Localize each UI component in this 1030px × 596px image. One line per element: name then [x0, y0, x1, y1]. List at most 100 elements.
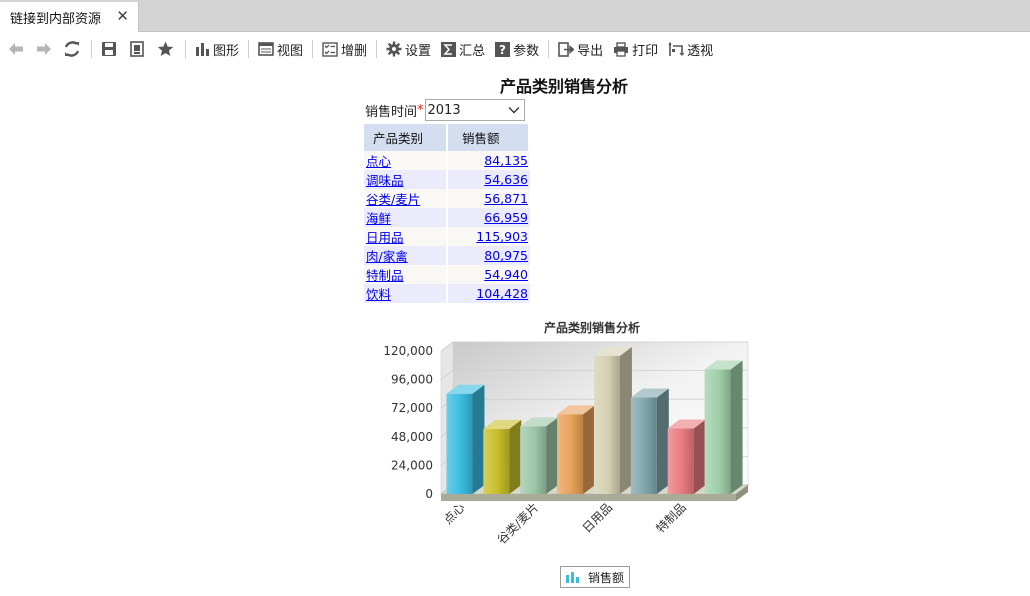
table-row: 日用品 115,903 — [364, 227, 530, 246]
checklist-icon — [322, 41, 338, 57]
sales-bar-chart: 产品类别销售分析 0 24,000 48,000 72,000 96,000 120,000… — [383, 320, 749, 547]
chart-bar[interactable] — [593, 346, 632, 494]
amount-link[interactable]: 80,975 — [484, 248, 528, 263]
crud-button-label: 增删 — [341, 43, 368, 59]
params-button-label: 参数 — [513, 43, 540, 59]
arrow-left-icon — [9, 43, 23, 55]
amount-link[interactable]: 84,135 — [484, 153, 528, 168]
star-icon — [157, 41, 174, 56]
export-icon — [558, 41, 575, 57]
forward-button[interactable] — [36, 37, 52, 61]
save-as-icon — [130, 41, 144, 57]
y-tick-label: 24,000 — [391, 458, 433, 472]
amount-link[interactable]: 54,636 — [484, 172, 528, 187]
toolbar-separator — [548, 40, 550, 58]
category-link[interactable]: 肉/家禽 — [366, 249, 408, 264]
save-button[interactable] — [101, 37, 117, 61]
favorite-button[interactable] — [157, 37, 174, 61]
gear-icon — [386, 41, 402, 57]
save-icon — [102, 42, 116, 56]
y-tick-label: 96,000 — [391, 373, 433, 387]
chart-bar[interactable] — [446, 384, 485, 494]
category-link[interactable]: 饮料 — [366, 287, 391, 302]
tab-internal-resource-link[interactable]: 链接到内部资源 ✕ — [0, 2, 139, 32]
arrow-right-icon — [37, 43, 51, 55]
bar-chart-icon — [196, 43, 209, 56]
amount-link[interactable]: 66,959 — [484, 210, 528, 225]
column-header-category: 产品类别 — [364, 124, 448, 151]
required-mark: * — [417, 102, 424, 118]
refresh-icon — [64, 41, 80, 57]
export-button[interactable]: 导出 — [558, 37, 603, 61]
settings-button[interactable]: 设置 — [386, 37, 431, 61]
chart-area: 产品类别销售分析 0 24,000 48,000 72,000 96,000 120,000… — [360, 315, 780, 595]
x-tick-label: 日用品 — [580, 500, 615, 535]
year-select[interactable]: 2013 — [424, 99, 525, 121]
table-row: 肉/家禽 80,975 — [364, 246, 530, 265]
x-tick-label: 特制品 — [653, 500, 689, 536]
tab-title: 链接到内部资源 — [10, 11, 102, 27]
sigma-icon — [441, 41, 457, 57]
print-button[interactable]: 打印 — [613, 37, 658, 61]
amount-link[interactable]: 104,428 — [476, 286, 528, 301]
chart-bar[interactable] — [667, 419, 706, 494]
pivot-button[interactable]: 透视 — [668, 37, 713, 61]
chart-bar[interactable] — [483, 419, 522, 494]
view-button[interactable]: 视图 — [258, 37, 303, 61]
amount-link[interactable]: 54,940 — [484, 267, 528, 282]
pivot-button-label: 透视 — [687, 43, 714, 59]
chart-bar[interactable] — [520, 417, 559, 494]
table-row: 特制品 54,940 — [364, 265, 530, 284]
tab-bar: 链接到内部资源 ✕ — [0, 0, 1030, 32]
params-button[interactable]: ? 参数 — [495, 37, 539, 61]
pivot-icon — [668, 41, 685, 56]
summary-button-label: 汇总 — [459, 43, 486, 59]
x-tick-label: 谷类/麦片 — [495, 500, 542, 547]
table-row: 调味品 54,636 — [364, 170, 530, 189]
y-tick-label: 48,000 — [391, 430, 433, 444]
toolbar-separator — [312, 40, 314, 58]
close-icon[interactable]: ✕ — [116, 8, 129, 24]
crud-button[interactable]: 增删 — [322, 37, 367, 61]
toolbar: 图形 视图 增删 设置 汇总 ? 参数 导出 打印 透视 — [0, 32, 1030, 66]
chart-bar[interactable] — [557, 405, 596, 494]
year-select-value: 2013 — [427, 102, 461, 118]
question-icon: ? — [495, 41, 511, 57]
table-row: 点心 84,135 — [364, 151, 530, 170]
category-link[interactable]: 特制品 — [366, 268, 404, 283]
summary-button[interactable]: 汇总 — [441, 37, 485, 61]
toolbar-separator — [376, 40, 378, 58]
amount-link[interactable]: 115,903 — [476, 229, 528, 244]
x-tick-label: 点心 — [441, 500, 468, 527]
legend-series-label: 销售额 — [588, 570, 625, 585]
chart-bar[interactable] — [704, 360, 743, 494]
svg-text:?: ? — [499, 43, 506, 57]
toolbar-separator — [185, 40, 186, 58]
table-row: 谷类/麦片 56,871 — [364, 189, 530, 208]
chart-button[interactable]: 图形 — [195, 37, 239, 61]
amount-link[interactable]: 56,871 — [484, 191, 528, 206]
view-button-label: 视图 — [277, 43, 304, 59]
y-tick-label: 72,000 — [391, 401, 433, 415]
category-link[interactable]: 日用品 — [366, 230, 404, 245]
chart-bar[interactable] — [630, 388, 669, 494]
column-header-amount: 销售额 — [448, 124, 530, 151]
category-link[interactable]: 点心 — [366, 154, 391, 169]
y-tick-label: 0 — [425, 487, 433, 501]
refresh-button[interactable] — [64, 37, 80, 61]
settings-button-label: 设置 — [405, 43, 432, 59]
table-row: 饮料 104,428 — [364, 284, 530, 303]
table-row: 海鲜 66,959 — [364, 208, 530, 227]
legend-bar-chart-icon — [566, 572, 579, 583]
category-link[interactable]: 谷类/麦片 — [366, 192, 420, 207]
sales-time-filter: 销售时间 * 2013 — [365, 98, 525, 122]
chevron-down-icon — [508, 107, 520, 114]
sales-table: 产品类别 销售额 点心 84,135 调味品 54,636 谷类/麦片 56,871 海鲜 6… — [364, 124, 530, 303]
printer-icon — [614, 41, 629, 57]
save-as-button[interactable] — [129, 37, 145, 61]
category-link[interactable]: 调味品 — [366, 173, 404, 188]
toolbar-separator — [91, 40, 92, 58]
category-link[interactable]: 海鲜 — [366, 211, 391, 226]
chart-legend: 销售额 — [560, 566, 630, 588]
back-button[interactable] — [8, 37, 24, 61]
